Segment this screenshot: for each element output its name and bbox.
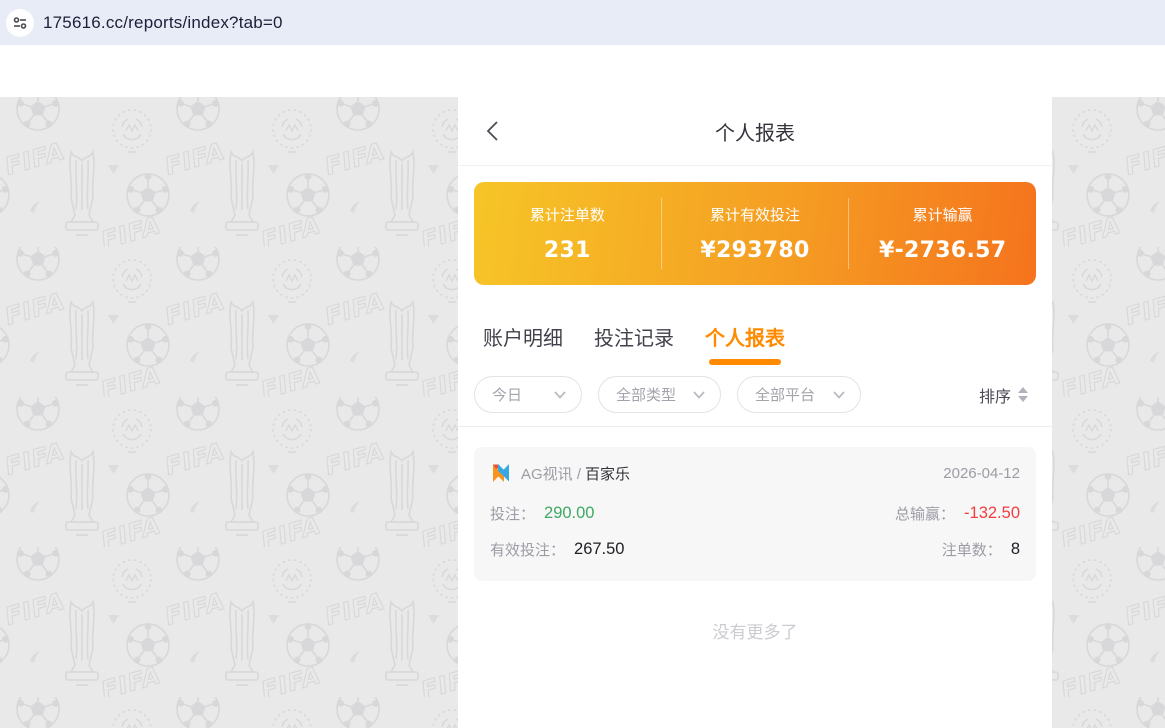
- provider-name: AG视讯 /: [521, 465, 582, 483]
- filter-type-value: 全部类型: [616, 387, 677, 404]
- stat-label: 累计注单数: [529, 207, 605, 224]
- stat-label: 累计有效投注: [710, 207, 801, 224]
- sort-label: 排序: [978, 388, 1011, 406]
- report-card[interactable]: AG视讯 / 百家乐 2026-04-12 投注： 290.00 总输赢： -1…: [474, 447, 1036, 581]
- page-body: FIFA FIFA FIFA 个人报表: [0, 45, 1165, 728]
- bet-count-value: 8: [1010, 540, 1020, 558]
- tune-icon: [13, 16, 27, 29]
- game-name: 百家乐: [585, 465, 631, 483]
- bet-label: 投注：: [490, 506, 536, 523]
- tab-bet-records[interactable]: 投注记录: [594, 322, 674, 367]
- valid-bet-value: 267.50: [574, 540, 625, 558]
- tab-label: 个人报表: [705, 328, 785, 350]
- tab-account-details[interactable]: 账户明细: [483, 322, 563, 367]
- bet-value: 290.00: [544, 504, 595, 522]
- bet-count-label: 注单数：: [941, 542, 1002, 559]
- valid-bet-label: 有效投注：: [490, 542, 566, 559]
- filter-date-dropdown[interactable]: 今日: [474, 376, 582, 413]
- stat-label: 累计输赢: [912, 207, 973, 224]
- app-header: 个人报表: [458, 97, 1052, 166]
- chevron-down-icon: [693, 390, 705, 399]
- app-panel: 个人报表 累计注单数 231 累计有效投注 ¥293780 累计输赢 ¥-273…: [458, 97, 1052, 728]
- stat-total-bets: 累计注单数 231: [474, 198, 661, 269]
- filter-type-dropdown[interactable]: 全部类型: [598, 376, 721, 413]
- filter-platform-value: 全部平台: [755, 387, 816, 404]
- stats-summary-card: 累计注单数 231 累计有效投注 ¥293780 累计输赢 ¥-2736.57: [474, 182, 1036, 285]
- ag-platform-icon: [493, 464, 509, 482]
- no-more-text: 没有更多了: [712, 623, 798, 642]
- report-date: 2026-04-12: [943, 464, 1020, 482]
- filter-platform-dropdown[interactable]: 全部平台: [737, 376, 861, 413]
- stat-value: ¥-2736.57: [879, 238, 1007, 263]
- stat-valid-bet-amount: 累计有效投注 ¥293780: [660, 198, 849, 269]
- active-tab-underline: [709, 359, 781, 365]
- page-title: 个人报表: [715, 122, 795, 145]
- winloss-value: -132.50: [964, 504, 1020, 522]
- sort-icon: [1018, 387, 1028, 402]
- stat-total-winloss: 累计输赢 ¥-2736.57: [848, 198, 1036, 269]
- chevron-down-icon: [554, 390, 566, 399]
- sort-button[interactable]: 排序: [979, 383, 1028, 407]
- chevron-left-icon: [486, 121, 498, 141]
- filter-bar: 今日 全部类型 全部平台 排序: [458, 367, 1052, 427]
- stat-value: ¥293780: [700, 238, 810, 263]
- stat-value: 231: [543, 238, 591, 263]
- url-text[interactable]: 175616.cc/reports/index?tab=0: [43, 13, 283, 33]
- chevron-down-icon: [833, 390, 845, 399]
- site-settings-button[interactable]: [6, 8, 34, 37]
- tab-personal-report[interactable]: 个人报表: [705, 322, 785, 367]
- report-list: AG视讯 / 百家乐 2026-04-12 投注： 290.00 总输赢： -1…: [458, 427, 1052, 643]
- browser-address-bar[interactable]: 175616.cc/reports/index?tab=0: [0, 0, 1165, 45]
- winloss-label: 总输赢：: [895, 506, 956, 523]
- tab-bar: 账户明细 投注记录 个人报表: [458, 301, 1052, 367]
- filter-date-value: 今日: [492, 387, 523, 404]
- back-button[interactable]: [486, 117, 508, 145]
